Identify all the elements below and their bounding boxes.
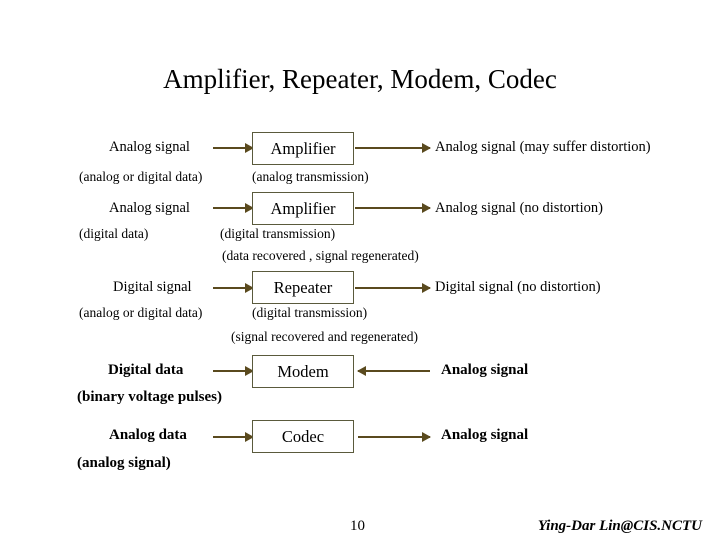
row3-arrow-out bbox=[355, 283, 431, 293]
row2-right-label: Analog signal (no distortion) bbox=[435, 200, 603, 216]
row3-box-note: (signal recovered and regenerated) bbox=[231, 329, 419, 344]
row2-box-note: (data recovered , signal regenerated) bbox=[222, 248, 419, 263]
row3-left-label: Digital signal bbox=[113, 279, 192, 295]
row1-arrow-out bbox=[355, 143, 431, 153]
row3-arrow-in bbox=[213, 283, 254, 293]
row3-box-repeater: Repeater bbox=[252, 271, 354, 304]
row3-left-sublabel: (analog or digital data) bbox=[79, 305, 203, 320]
arrowhead-right-icon bbox=[422, 283, 431, 293]
row4-right-label: Analog signal bbox=[441, 362, 529, 378]
row2-box-amplifier: Amplifier bbox=[252, 192, 354, 225]
row3-right-label: Digital signal (no distortion) bbox=[435, 279, 601, 295]
row5-left-sublabel: (analog signal) bbox=[77, 455, 171, 471]
row1-left-sublabel: (analog or digital data) bbox=[79, 169, 203, 184]
page-title: Amplifier, Repeater, Modem, Codec bbox=[163, 64, 557, 94]
row4-arrow-out bbox=[357, 366, 430, 376]
footer-credit: Ying-Dar Lin@CIS.NCTU bbox=[537, 518, 702, 534]
row4-left-label: Digital data bbox=[108, 362, 184, 378]
arrowhead-left-icon bbox=[357, 366, 366, 376]
page-number: 10 bbox=[350, 518, 365, 534]
row4-box-modem: Modem bbox=[252, 355, 354, 388]
arrowhead-right-icon bbox=[422, 432, 431, 442]
arrowhead-right-icon bbox=[422, 143, 431, 153]
row1-left-label: Analog signal bbox=[109, 139, 190, 155]
row2-arrow-out bbox=[355, 203, 431, 213]
row4-arrow-in bbox=[213, 366, 254, 376]
row5-box-codec: Codec bbox=[252, 420, 354, 453]
slide-canvas: Amplifier, Repeater, Modem, Codec Analog… bbox=[0, 0, 720, 540]
row1-box-amplifier: Amplifier bbox=[252, 132, 354, 165]
row5-arrow-in bbox=[213, 432, 254, 442]
arrowhead-right-icon bbox=[422, 203, 431, 213]
row1-right-label: Analog signal (may suffer distortion) bbox=[435, 139, 651, 155]
row2-left-label: Analog signal bbox=[109, 200, 190, 216]
row2-box-sublabel: (digital transmission) bbox=[220, 226, 336, 241]
row2-left-sublabel: (digital data) bbox=[79, 226, 149, 241]
row4-left-sublabel: (binary voltage pulses) bbox=[77, 389, 223, 405]
row2-arrow-in bbox=[213, 203, 254, 213]
row3-box-sublabel: (digital transmission) bbox=[252, 305, 368, 320]
row5-left-label: Analog data bbox=[109, 427, 187, 443]
row1-arrow-in bbox=[213, 143, 254, 153]
row1-box-sublabel: (analog transmission) bbox=[252, 169, 369, 184]
row5-right-label: Analog signal bbox=[441, 427, 529, 443]
row5-arrow-out bbox=[358, 432, 431, 442]
